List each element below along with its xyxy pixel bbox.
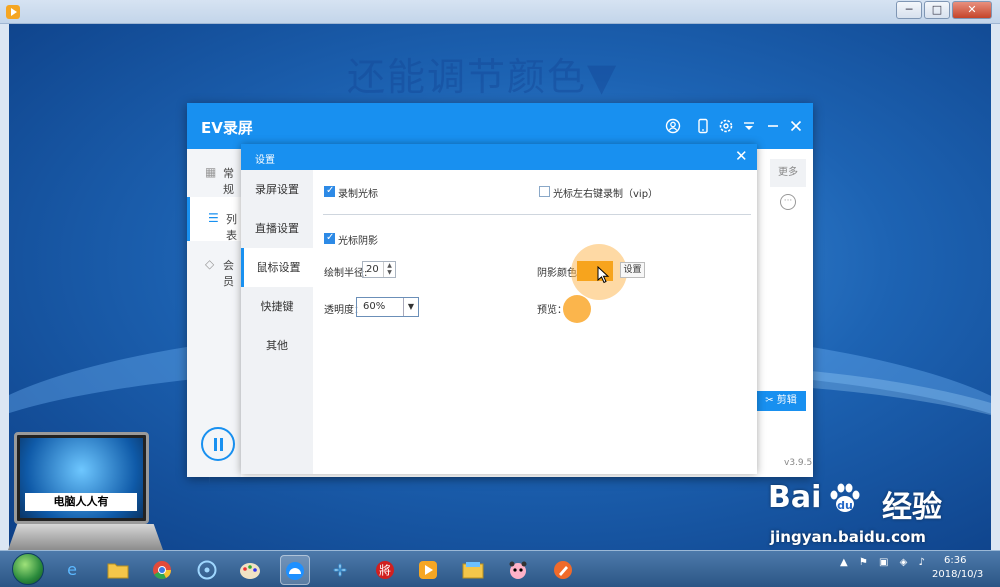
explorer-icon[interactable] [458,555,488,585]
diamond-icon: ◇ [205,257,215,271]
laptop-keyboard [8,524,163,550]
ev-title: EV录屏 [201,119,253,137]
clock-date[interactable]: 2018/10/3 [932,569,983,580]
more-options-icon[interactable]: ··· [780,194,796,210]
clock-time[interactable]: 6:36 [944,555,966,566]
version-label: v3.9.5 [784,458,813,468]
system-tray[interactable]: ▲ ⚑ ▣ ◈ ♪ [840,557,930,581]
paint-icon[interactable] [235,555,265,585]
settings-title: 设置 [255,155,275,166]
player-icon[interactable] [413,555,443,585]
sidebar-item-member[interactable]: ◇ 会员 [187,243,241,288]
player-app-icon [6,5,20,19]
sidebar-item-list[interactable]: ☰ 列表 [187,197,241,242]
scissors-icon: ✂ [765,395,774,406]
laptop-watermark: 电脑人人有 [8,432,163,554]
baidu-logo-text: Bai [768,480,822,515]
record-cursor-checkbox[interactable] [324,185,335,197]
player-window: ─ □ ✕ 还能调节颜色▼ EV录屏 ▦ 常规 ☰ 列表 ◇ 会员 更多 ···… [0,0,1000,587]
fan-icon[interactable] [325,555,355,585]
sidebar-item-label: 会员 [223,259,234,288]
nav-mouse-settings[interactable]: 鼠标设置 [241,248,313,287]
pause-button[interactable] [201,427,235,461]
folder-icon[interactable] [103,555,133,585]
baidu-jingyan-text: 经验 [882,490,942,525]
nav-other[interactable]: 其他 [241,326,313,365]
phone-icon[interactable] [695,118,711,134]
minimize-icon[interactable] [765,118,781,134]
more-column-header: 更多 [770,159,806,187]
baidu-paw-icon: du [828,482,862,514]
settings-close-icon[interactable]: ✕ [735,148,748,164]
panda-icon[interactable] [503,555,533,585]
brush-icon[interactable] [548,555,578,585]
close-button[interactable]: ✕ [952,1,992,19]
chrome-icon[interactable] [147,555,177,585]
maximize-button[interactable]: □ [924,1,950,19]
edit-button-label: 剪辑 [776,395,797,406]
record-cursor-label: 录制光标 [338,189,378,200]
ev-icon[interactable] [280,555,310,585]
edit-button[interactable]: ✂ 剪辑 [756,391,806,411]
grid-icon: ▦ [205,165,217,179]
list-icon: ☰ [208,211,219,225]
record-clicks-checkbox[interactable] [539,186,550,197]
media-icon[interactable] [192,555,222,585]
laptop-screen: 电脑人人有 [14,432,149,524]
section-divider [323,214,751,215]
radius-label: 绘制半径: [324,268,368,279]
set-color-button[interactable]: 设置 [620,262,645,278]
settings-dialog: 设置 ✕ 录屏设置 直播设置 鼠标设置 快捷键 其他 录制光标 光标左右键录制（… [241,144,757,474]
sidebar-item-label: 常规 [223,167,234,196]
settings-header: 设置 ✕ [241,144,757,170]
close-icon[interactable] [788,118,804,134]
cursor-shadow-label: 光标阴影 [338,236,378,247]
shadow-preview [563,295,591,323]
chevron-down-icon[interactable]: ▼ [403,298,418,316]
ie-icon[interactable]: e [57,555,87,585]
user-icon[interactable] [665,118,681,134]
nav-live-settings[interactable]: 直播设置 [241,209,313,248]
nav-hotkeys[interactable]: 快捷键 [241,287,313,326]
baidu-du-text: du [837,499,853,512]
record-clicks-label: 光标左右键录制（vip） [553,189,659,200]
svg-text:將: 將 [379,563,391,578]
sidebar-item-label: 列表 [226,213,237,242]
radius-spinner[interactable]: ▲ ▼ [383,262,395,277]
baidu-url: jingyan.baidu.com [770,528,926,546]
taskbar: e 將 ▲ ⚑ ▣ ◈ ♪ 6:36 2018/10/3 [0,550,1000,587]
dropdown-menu-icon[interactable] [741,118,757,134]
tutorial-caption: 还能调节颜色▼ [347,55,619,99]
settings-nav: 录屏设置 直播设置 鼠标设置 快捷键 其他 [241,170,313,474]
minimize-button[interactable]: ─ [896,1,922,19]
start-button[interactable] [12,553,44,585]
nav-record-settings[interactable]: 录屏设置 [241,170,313,209]
gear-icon[interactable] [718,118,734,134]
cursor-shadow-checkbox[interactable] [324,232,335,244]
sidebar-item-general[interactable]: ▦ 常规 [187,151,241,196]
chess-icon[interactable]: 將 [370,555,400,585]
ev-header: EV录屏 [187,103,813,149]
laptop-label: 电脑人人有 [25,493,137,511]
player-titlebar: ─ □ ✕ [0,0,1000,24]
mouse-cursor-icon [597,265,611,284]
